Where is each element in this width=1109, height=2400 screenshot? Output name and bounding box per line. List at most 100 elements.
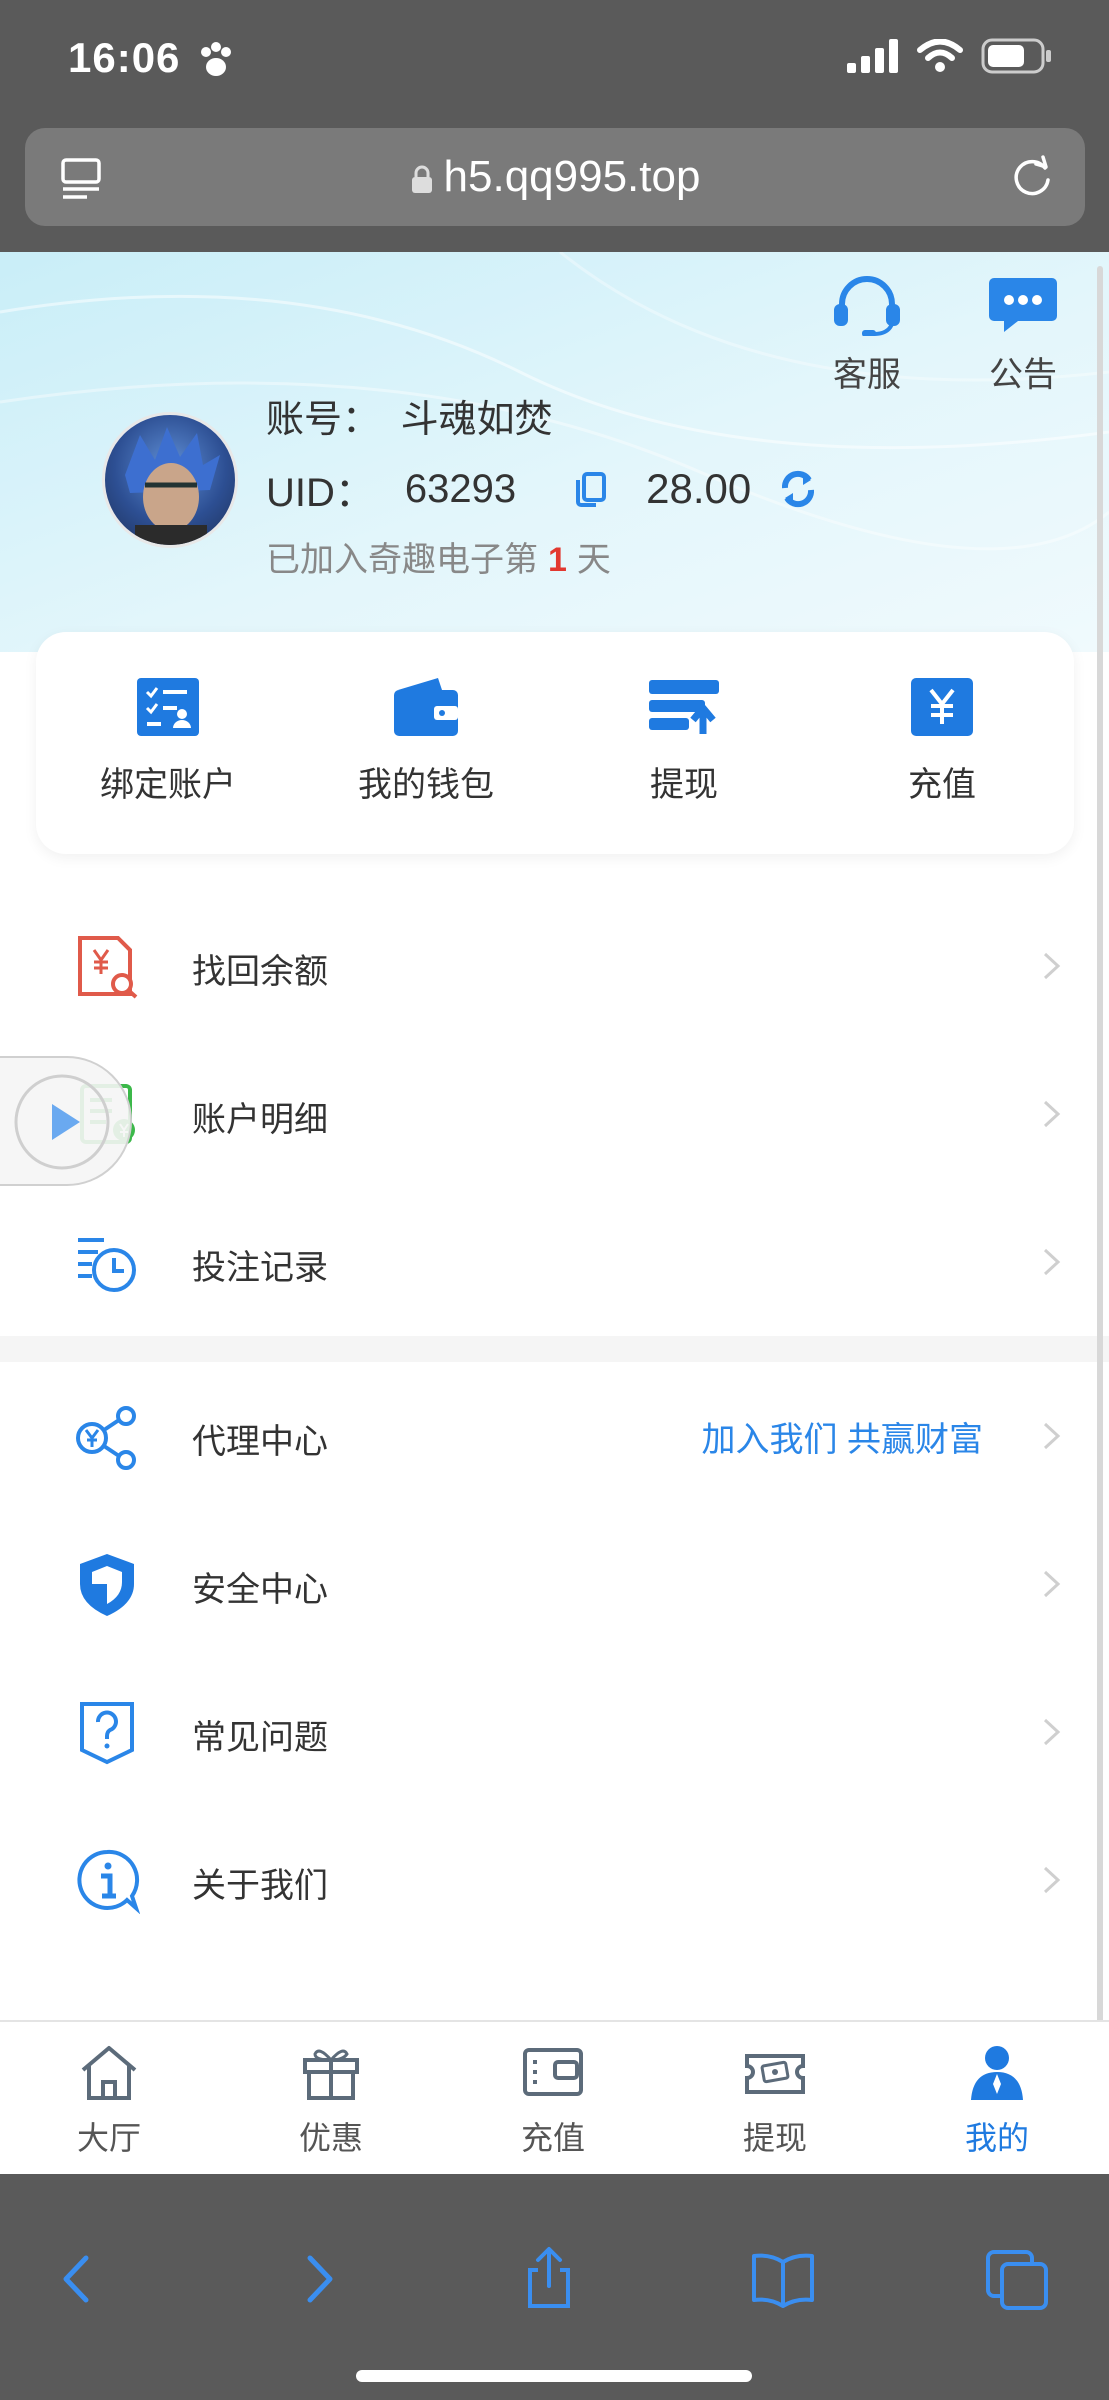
message-bubble-icon: [989, 278, 1057, 332]
chevron-right-icon: [1043, 1866, 1061, 1894]
tab-promotions[interactable]: 优惠: [256, 2042, 406, 2159]
quick-action-label: 我的钱包: [358, 766, 494, 804]
account-name: 斗魂如焚: [400, 399, 553, 441]
joined-suffix: 天: [576, 541, 611, 579]
copy-icon[interactable]: [572, 470, 610, 508]
withdraw-icon: [649, 680, 719, 734]
gift-icon: [303, 2049, 359, 2100]
tabs-icon[interactable]: [982, 2244, 1052, 2314]
refresh-balance-icon[interactable]: [777, 468, 819, 510]
bottom-tab-bar: 大厅 优惠 充值 提现 我的: [0, 2020, 1109, 2174]
recharge-icon: [911, 678, 973, 736]
tab-label: 大厅: [76, 2120, 141, 2156]
status-indicators: [847, 38, 1053, 74]
quick-action-label: 充值: [908, 766, 976, 804]
quick-action-recharge[interactable]: 充值: [842, 676, 1042, 806]
quick-actions-card: 绑定账户 我的钱包 提现 充值: [36, 632, 1074, 854]
browser-toolbar: [0, 2174, 1109, 2400]
profile-header: 客服 公告 账号： 斗魂如焚 UID： 63293 28.00 已加入奇趣电子第…: [0, 252, 1109, 652]
menu-item-faq[interactable]: 常见问题: [0, 1658, 1109, 1806]
menu-item-label: 找回余额: [192, 953, 328, 991]
menu-item-label: 常见问题: [192, 1719, 328, 1757]
account-line: 账号： 斗魂如焚: [266, 388, 553, 443]
menu-item-label: 关于我们: [192, 1867, 328, 1905]
wifi-icon: [917, 39, 963, 72]
page-scrollbar[interactable]: [1097, 266, 1103, 2026]
withdraw-cash-icon: [745, 2054, 805, 2094]
bind-account-icon: [137, 678, 199, 736]
menu-item-about-us[interactable]: 关于我们: [0, 1806, 1109, 1954]
chevron-right-icon: [1043, 1100, 1061, 1128]
joined-days-line: 已加入奇趣电子第 1 天: [266, 532, 611, 581]
menu-list: 找回余额 账户明细 投注记录 代理中心 加入我们 共赢财富 安全中心 常见问题 …: [0, 892, 1109, 1954]
forward-icon[interactable]: [282, 2244, 352, 2314]
faq-icon: [80, 1702, 134, 1765]
page-content: 客服 公告 账号： 斗魂如焚 UID： 63293 28.00 已加入奇趣电子第…: [0, 252, 1109, 2174]
quick-action-label: 提现: [650, 766, 718, 804]
menu-item-security-center[interactable]: 安全中心: [0, 1510, 1109, 1658]
tab-recharge[interactable]: 充值: [478, 2042, 628, 2159]
lock-icon: [411, 165, 432, 194]
browser-top-chrome: 16:06 h5.qq995.top: [0, 0, 1109, 252]
back-icon[interactable]: [44, 2244, 114, 2314]
user-icon: [971, 2046, 1023, 2100]
chevron-right-icon: [1043, 1570, 1061, 1598]
status-bar: 16:06: [0, 0, 1109, 120]
url-display[interactable]: h5.qq995.top: [25, 152, 1085, 202]
menu-divider: [0, 1336, 1109, 1362]
menu-item-agent-center[interactable]: 代理中心 加入我们 共赢财富: [0, 1362, 1109, 1510]
menu-item-recover-balance[interactable]: 找回余额: [0, 892, 1109, 1040]
tab-label: 充值: [520, 2120, 585, 2156]
menu-item-label: 投注记录: [192, 1249, 328, 1287]
tab-lobby[interactable]: 大厅: [34, 2042, 184, 2159]
reload-icon[interactable]: [1009, 154, 1055, 200]
chevron-right-icon: [1043, 952, 1061, 980]
tab-label: 提现: [742, 2120, 807, 2156]
avatar[interactable]: [102, 412, 238, 548]
quick-action-wallet[interactable]: 我的钱包: [326, 676, 526, 806]
agent-promo-text: 加入我们 共赢财富: [701, 1421, 983, 1459]
security-shield-icon: [80, 1554, 134, 1616]
quick-action-withdraw[interactable]: 提现: [584, 676, 784, 806]
agent-center-icon: [76, 1406, 136, 1470]
joined-prefix: 已加入奇趣电子第: [266, 541, 538, 579]
recharge-card-icon: [523, 2048, 583, 2096]
chevron-right-icon: [1043, 1422, 1061, 1450]
balance-value: 28.00: [646, 465, 752, 512]
about-info-icon: [77, 1849, 140, 1914]
avatar-image: [125, 427, 220, 545]
joined-days: 1: [548, 541, 567, 579]
uid-line: UID： 63293 28.00: [266, 460, 819, 518]
play-icon: [14, 1074, 110, 1170]
share-icon[interactable]: [514, 2244, 584, 2314]
paw-icon: [201, 42, 231, 76]
customer-service-button[interactable]: 客服: [812, 274, 922, 396]
quick-action-bind-account[interactable]: 绑定账户: [68, 676, 268, 806]
menu-item-label: 安全中心: [192, 1571, 328, 1609]
home-indicator: [356, 2370, 752, 2382]
uid-label: UID：: [266, 471, 375, 515]
url-text: h5.qq995.top: [443, 152, 701, 201]
floating-play-button[interactable]: [0, 1056, 132, 1186]
address-bar[interactable]: h5.qq995.top: [25, 128, 1085, 226]
chevron-right-icon: [1043, 1718, 1061, 1746]
bet-record-icon: [78, 1238, 136, 1292]
tab-withdraw[interactable]: 提现: [700, 2042, 850, 2159]
notice-button[interactable]: 公告: [968, 274, 1078, 396]
headset-icon: [834, 276, 900, 337]
tab-label: 我的: [964, 2120, 1029, 2156]
wallet-icon: [394, 678, 458, 736]
menu-item-bet-record[interactable]: 投注记录: [0, 1188, 1109, 1336]
menu-item-label: 账户明细: [192, 1101, 328, 1139]
battery-icon: [981, 38, 1051, 74]
chevron-right-icon: [1043, 1248, 1061, 1276]
signal-icon: [847, 39, 898, 73]
recover-balance-icon: [78, 936, 138, 999]
account-label: 账号：: [266, 399, 381, 441]
menu-item-account-details[interactable]: 账户明细: [0, 1040, 1109, 1188]
bookmarks-icon[interactable]: [748, 2244, 818, 2314]
tab-mine[interactable]: 我的: [922, 2042, 1072, 2159]
menu-item-label: 代理中心: [192, 1423, 328, 1461]
status-time: 16:06: [68, 34, 181, 81]
customer-service-label: 客服: [833, 356, 901, 394]
